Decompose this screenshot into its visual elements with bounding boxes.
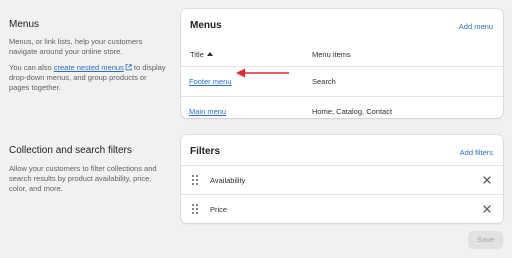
add-filters-button[interactable]: Add filters (460, 148, 493, 157)
column-title-label: Title (190, 50, 204, 59)
filters-card-title: Filters (190, 146, 221, 157)
filters-section-description: Allow your customers to filter collectio… (9, 164, 157, 193)
main-menu-link[interactable]: Main menu (189, 107, 226, 116)
column-header-title[interactable]: Title (190, 50, 213, 59)
column-header-menu-items: Menu items (312, 50, 351, 59)
menus-section-title: Menus (9, 19, 40, 30)
red-arrow-annotation (236, 68, 289, 78)
menus-card-title: Menus (190, 20, 222, 31)
menus-section-info: Menus Menus, or link lists, help your cu… (9, 19, 169, 93)
filters-section-info: Collection and search filters Allow your… (9, 145, 169, 194)
sort-asc-icon (206, 52, 213, 56)
add-menu-button[interactable]: Add menu (459, 22, 493, 31)
menus-desc-1: Menus, or link lists, help your customer… (9, 37, 143, 56)
menus-desc-2-before: You can also (9, 63, 54, 72)
close-icon[interactable] (482, 175, 492, 185)
filters-card: Filters Add filters Availability Price (181, 135, 503, 223)
list-item: Price (181, 194, 503, 223)
drag-handle-icon[interactable] (192, 204, 198, 214)
external-link-icon[interactable] (125, 64, 132, 71)
footer-menu-link[interactable]: Footer menu (189, 77, 232, 86)
close-icon[interactable] (482, 204, 492, 214)
filters-section-title: Collection and search filters (9, 145, 132, 156)
table-row: Footer menu Search (181, 67, 503, 96)
save-button[interactable]: Save (468, 231, 503, 249)
menus-section-description: Menus, or link lists, help your customer… (9, 37, 169, 93)
filters-card-header: Filters Add filters (181, 135, 503, 165)
table-row: Main menu Home, Catalog, Contact (181, 96, 503, 118)
menus-table-header: Title Menu items (181, 39, 503, 67)
menus-desc-2: You can also create nested menus to disp… (9, 63, 169, 93)
menus-card: Menus Add menu Title Menu items Footer m… (181, 9, 503, 118)
create-nested-menus-link[interactable]: create nested menus (54, 63, 124, 72)
menus-card-header: Menus Add menu (181, 9, 503, 39)
drag-handle-icon[interactable] (192, 175, 198, 185)
filter-label-price: Price (210, 205, 228, 214)
menu-items-cell: Home, Catalog, Contact (312, 107, 393, 116)
filter-label-availability: Availability (210, 176, 246, 185)
list-item: Availability (181, 165, 503, 194)
menu-items-cell: Search (312, 77, 336, 86)
